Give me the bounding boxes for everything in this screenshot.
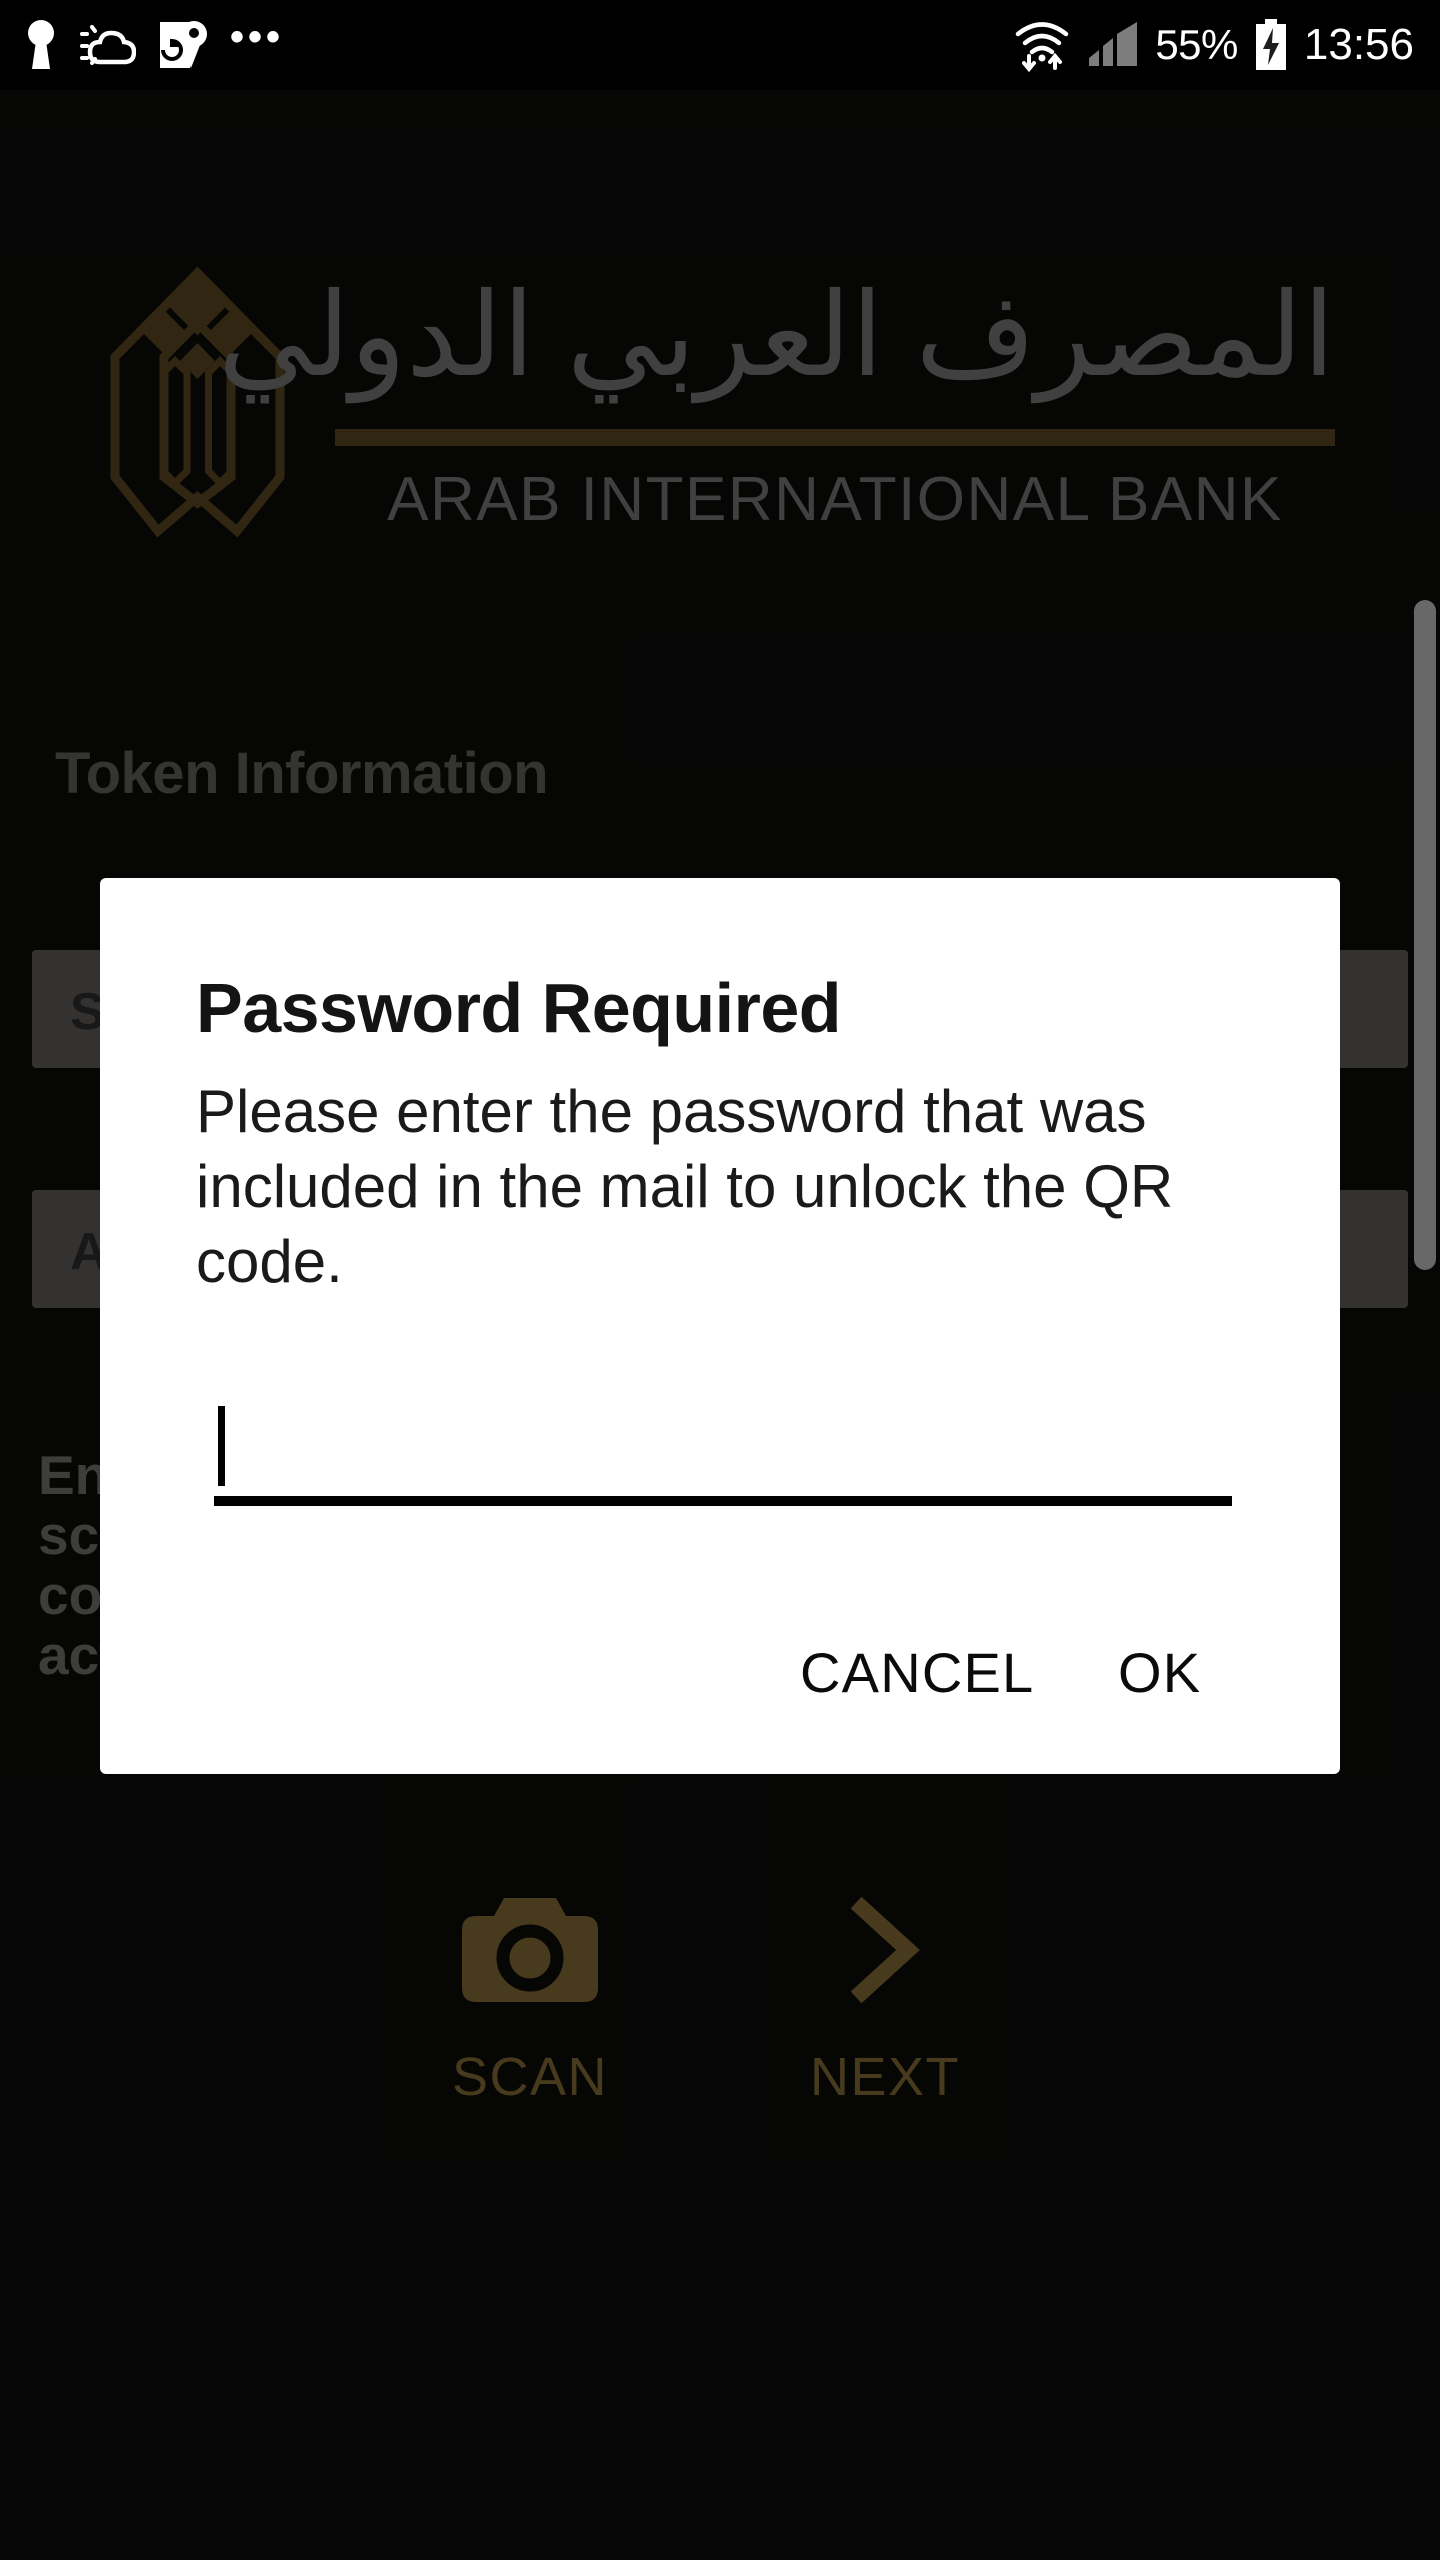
status-bar-notifications: ••• xyxy=(0,15,1013,71)
weather-partly-cloudy-icon xyxy=(80,25,136,65)
password-dialog: Password Required Please enter the passw… xyxy=(100,878,1340,1774)
cellular-signal-icon xyxy=(1089,22,1138,66)
google-maps-icon xyxy=(160,21,207,68)
password-input-container[interactable] xyxy=(214,1400,1232,1488)
battery-charging-icon xyxy=(1255,19,1286,70)
clock: 13:56 xyxy=(1303,20,1414,69)
dialog-title: Password Required xyxy=(196,969,842,1047)
status-bar: ••• 55% 13:56 xyxy=(0,0,1440,90)
phone-screen: المصرف العربي الدولي ARAB INTERNATIONAL … xyxy=(0,0,1440,2560)
password-input[interactable] xyxy=(214,1400,1232,1478)
input-underline xyxy=(214,1496,1232,1506)
keyhole-icon xyxy=(28,20,54,69)
battery-percent-label: 55% xyxy=(1155,21,1238,68)
text-cursor xyxy=(218,1406,225,1486)
dialog-actions: CANCEL OK xyxy=(100,1578,1340,1774)
cancel-button[interactable]: CANCEL xyxy=(782,1626,1052,1719)
wifi-icon xyxy=(1016,22,1069,72)
ok-button[interactable]: OK xyxy=(1100,1626,1219,1719)
notification-overflow-icon: ••• xyxy=(230,15,285,59)
dialog-message: Please enter the password that was inclu… xyxy=(196,1078,1174,1295)
status-bar-system: 55% 13:56 xyxy=(1013,18,1440,72)
